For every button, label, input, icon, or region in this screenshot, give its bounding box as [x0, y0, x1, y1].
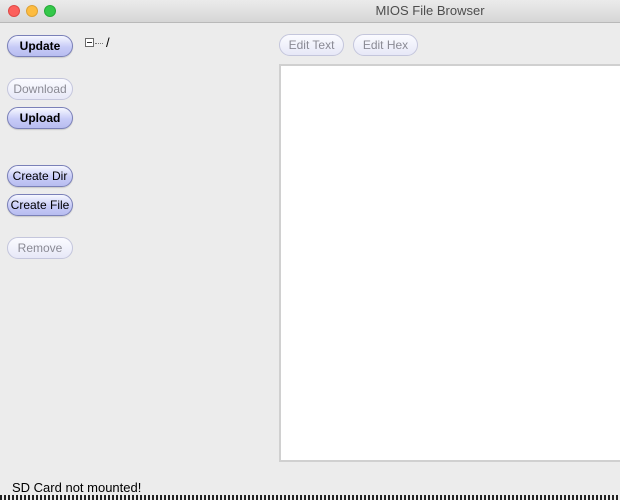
edit-hex-button[interactable]: Edit Hex [353, 34, 418, 56]
minimize-window-button[interactable] [26, 5, 38, 17]
title-bar: MIOS File Browser [0, 0, 620, 23]
window-title: MIOS File Browser [375, 3, 485, 18]
download-button[interactable]: Download [7, 78, 73, 100]
create-file-button[interactable]: Create File [7, 194, 73, 216]
collapse-toggle-icon[interactable] [85, 38, 94, 47]
tree-connector [95, 43, 103, 44]
edit-text-button[interactable]: Edit Text [279, 34, 344, 56]
update-button[interactable]: Update [7, 35, 73, 57]
file-content-editor[interactable] [279, 64, 620, 462]
create-dir-button[interactable]: Create Dir [7, 165, 73, 187]
upload-button[interactable]: Upload [7, 107, 73, 129]
remove-button[interactable]: Remove [7, 237, 73, 259]
zoom-window-button[interactable] [44, 5, 56, 17]
bottom-edge [0, 495, 620, 500]
tree-root-label[interactable]: / [106, 35, 110, 50]
close-window-button[interactable] [8, 5, 20, 17]
status-message: SD Card not mounted! [12, 480, 142, 495]
